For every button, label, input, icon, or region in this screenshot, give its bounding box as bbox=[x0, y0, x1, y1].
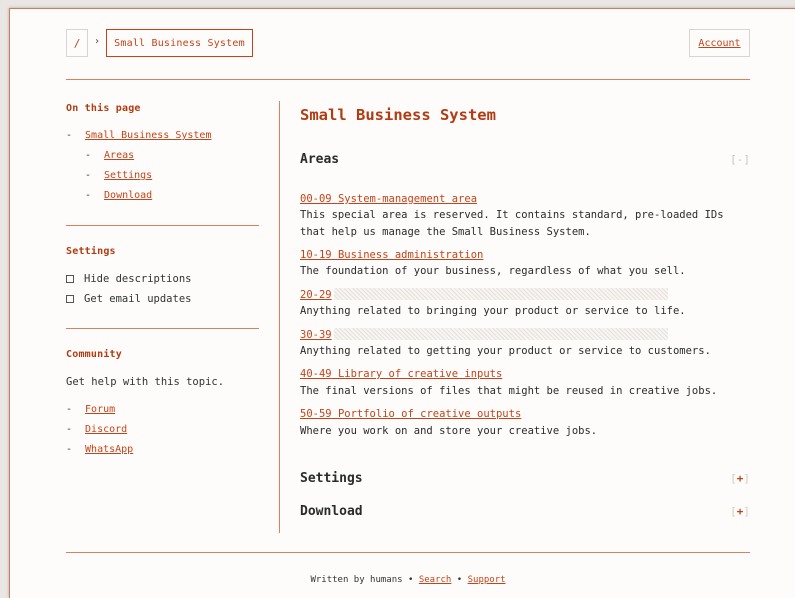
account-button[interactable]: Account bbox=[689, 29, 750, 57]
toc-item-download: - Download bbox=[85, 190, 152, 201]
area-link-10-19[interactable]: 10-19 Business administration bbox=[300, 249, 483, 261]
plus-icon: + bbox=[736, 472, 744, 485]
sidebar-divider bbox=[66, 328, 259, 329]
footer: Written by humans • Search • Support bbox=[66, 575, 750, 585]
header: / › Small Business System Account bbox=[66, 29, 750, 58]
areas-heading: Areas bbox=[300, 152, 340, 167]
area-code: 20-29 bbox=[300, 289, 332, 301]
breadcrumb-separator-icon: › bbox=[94, 36, 101, 47]
community-item-whatsapp: - WhatsApp bbox=[66, 444, 133, 455]
footer-divider bbox=[66, 552, 750, 553]
area-desc: Where you work on and store your creativ… bbox=[300, 425, 598, 437]
download-section-heading: Download bbox=[300, 504, 363, 519]
area-name: Portfolio of creative outputs bbox=[337, 408, 522, 420]
areas-collapse-toggle[interactable]: [-] bbox=[730, 153, 750, 166]
area-desc: Anything related to getting your product… bbox=[300, 345, 711, 357]
checkbox-label: Get email updates bbox=[84, 293, 192, 305]
toc-link-settings[interactable]: Settings bbox=[104, 170, 152, 181]
area-name: System-management area bbox=[337, 193, 478, 205]
header-divider bbox=[66, 79, 750, 80]
column-divider bbox=[279, 101, 280, 533]
plus-icon: + bbox=[736, 505, 744, 518]
search-link[interactable]: Search bbox=[419, 575, 452, 585]
community-item-forum: - Forum bbox=[66, 404, 115, 415]
area-link-40-49[interactable]: 40-49 Library of creative inputs bbox=[300, 368, 502, 380]
toc-heading: On this page bbox=[66, 103, 141, 114]
area-name: Library of creative inputs bbox=[337, 368, 503, 380]
area-desc: The foundation of your business, regardl… bbox=[300, 265, 686, 277]
toc-dash: - bbox=[85, 150, 92, 161]
area-code: 30-39 bbox=[300, 329, 332, 341]
toc-item-settings: - Settings bbox=[85, 170, 152, 181]
toc-dash: - bbox=[66, 130, 73, 141]
whatsapp-link[interactable]: WhatsApp bbox=[85, 444, 133, 455]
hide-descriptions-checkbox[interactable]: Hide descriptions bbox=[66, 273, 191, 285]
discord-link[interactable]: Discord bbox=[85, 424, 127, 435]
checkbox-label: Hide descriptions bbox=[84, 273, 192, 285]
sidebar-divider bbox=[66, 225, 259, 226]
settings-section-heading: Settings bbox=[300, 471, 363, 486]
checkbox-icon[interactable] bbox=[66, 275, 74, 283]
breadcrumb-root[interactable]: / bbox=[66, 29, 88, 57]
area-name: Business administration bbox=[337, 249, 484, 261]
community-text: Get help with this topic. bbox=[66, 376, 225, 388]
area-desc: Anything related to bringing your produc… bbox=[300, 305, 686, 317]
community-heading: Community bbox=[66, 349, 122, 360]
settings-heading: Settings bbox=[66, 246, 116, 257]
area-link-00-09[interactable]: 00-09 System-management area bbox=[300, 193, 477, 205]
redacted-name-placeholder bbox=[333, 288, 668, 300]
toc-dash: - bbox=[85, 190, 92, 201]
area-code: 50-59 bbox=[300, 408, 332, 420]
forum-link[interactable]: Forum bbox=[85, 404, 115, 415]
get-email-updates-checkbox[interactable]: Get email updates bbox=[66, 293, 191, 305]
area-desc: This special area is reserved. It contai… bbox=[300, 209, 724, 238]
area-link-50-59[interactable]: 50-59 Portfolio of creative outputs bbox=[300, 408, 521, 420]
area-desc: The final versions of files that might b… bbox=[300, 385, 718, 397]
area-link-20-29[interactable]: 20-29 bbox=[300, 288, 668, 301]
footer-text: Written by humans bbox=[310, 575, 403, 585]
download-expand-toggle[interactable]: [+] bbox=[730, 505, 750, 518]
toc-link-areas[interactable]: Areas bbox=[104, 150, 134, 161]
redacted-name-placeholder bbox=[333, 328, 668, 340]
toc-item-areas: - Areas bbox=[85, 150, 134, 161]
toc-item-small-business-system: - Small Business System bbox=[66, 130, 211, 141]
list-dash: - bbox=[66, 444, 73, 455]
toc-dash: - bbox=[85, 170, 92, 181]
area-code: 40-49 bbox=[300, 368, 332, 380]
community-item-discord: - Discord bbox=[66, 424, 127, 435]
settings-expand-toggle[interactable]: [+] bbox=[730, 472, 750, 485]
area-code: 00-09 bbox=[300, 193, 332, 205]
footer-bullet: • bbox=[407, 575, 414, 585]
area-code: 10-19 bbox=[300, 249, 332, 261]
toc-link-small-business-system[interactable]: Small Business System bbox=[85, 130, 211, 141]
checkbox-icon[interactable] bbox=[66, 295, 74, 303]
footer-bullet: • bbox=[456, 575, 463, 585]
support-link[interactable]: Support bbox=[468, 575, 506, 585]
page-title: Small Business System bbox=[300, 106, 496, 124]
toc-link-download[interactable]: Download bbox=[104, 190, 152, 201]
list-dash: - bbox=[66, 424, 73, 435]
area-link-30-39[interactable]: 30-39 bbox=[300, 328, 668, 341]
breadcrumb-current[interactable]: Small Business System bbox=[106, 29, 253, 57]
page: / › Small Business System Account On thi… bbox=[9, 8, 795, 598]
list-dash: - bbox=[66, 404, 73, 415]
